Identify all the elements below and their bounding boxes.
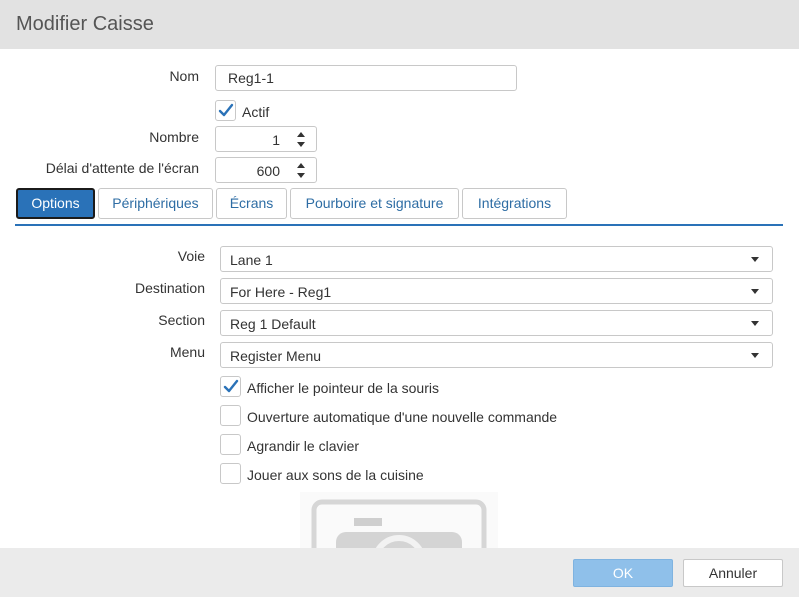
tab-peripheriques[interactable]: Périphériques [98, 188, 213, 219]
kitchen-sounds-checkbox[interactable] [220, 463, 241, 484]
tab-options[interactable]: Options [16, 188, 95, 219]
tab-ecrans[interactable]: Écrans [216, 188, 287, 219]
voie-value: Lane 1 [230, 252, 273, 268]
caret-down-icon [751, 289, 759, 294]
caret-down-icon [751, 353, 759, 358]
nombre-stepper[interactable]: 1 [215, 126, 317, 152]
tab-pourboire-signature[interactable]: Pourboire et signature [290, 188, 459, 219]
auto-open-order-label: Ouverture automatique d'une nouvelle com… [247, 409, 558, 425]
nombre-label: Nombre [149, 129, 199, 145]
chevron-up-icon[interactable] [297, 132, 305, 137]
chevron-down-icon[interactable] [297, 142, 305, 147]
dialog-title: Modifier Caisse [16, 13, 154, 35]
section-value: Reg 1 Default [230, 316, 316, 332]
dialog-titlebar: Modifier Caisse [0, 0, 799, 49]
chevron-up-icon[interactable] [297, 163, 305, 168]
delai-value: 600 [256, 163, 280, 179]
delai-stepper[interactable]: 600 [215, 157, 317, 183]
stepper-arrows[interactable] [296, 161, 306, 179]
show-mouse-pointer-checkbox[interactable] [220, 376, 241, 397]
destination-value: For Here - Reg1 [230, 284, 332, 300]
section-select[interactable]: Reg 1 Default [220, 310, 773, 336]
ok-button[interactable]: OK [573, 559, 673, 587]
chevron-down-icon[interactable] [297, 173, 305, 178]
voie-select[interactable]: Lane 1 [220, 246, 773, 272]
delai-label: Délai d'attente de l'écran [45, 160, 199, 176]
kitchen-sounds-label: Jouer aux sons de la cuisine [247, 467, 424, 483]
nombre-value: 1 [272, 132, 280, 148]
menu-label: Menu [169, 344, 205, 360]
dialog-footer [0, 548, 799, 597]
actif-label: Actif [242, 104, 270, 120]
voie-label: Voie [177, 248, 205, 264]
enlarge-keyboard-label: Agrandir le clavier [247, 438, 360, 454]
caret-down-icon [751, 257, 759, 262]
section-label: Section [158, 312, 205, 328]
cancel-button[interactable]: Annuler [683, 559, 783, 587]
tab-integrations[interactable]: Intégrations [462, 188, 567, 219]
enlarge-keyboard-checkbox[interactable] [220, 434, 241, 455]
menu-value: Register Menu [230, 348, 322, 364]
destination-label: Destination [134, 280, 205, 296]
caret-down-icon [751, 321, 759, 326]
destination-select[interactable]: For Here - Reg1 [220, 278, 773, 304]
nom-input[interactable] [215, 65, 517, 91]
checkmark-icon [218, 103, 234, 117]
show-mouse-pointer-label: Afficher le pointeur de la souris [247, 380, 439, 396]
edit-register-dialog: Modifier Caisse Nom Actif Nombre 1 Délai… [0, 0, 799, 597]
stepper-arrows[interactable] [296, 130, 306, 148]
tab-underline [15, 224, 783, 226]
menu-select[interactable]: Register Menu [220, 342, 773, 368]
auto-open-order-checkbox[interactable] [220, 405, 241, 426]
checkmark-icon [223, 379, 239, 393]
actif-checkbox[interactable] [215, 100, 236, 121]
nom-label: Nom [169, 68, 199, 84]
